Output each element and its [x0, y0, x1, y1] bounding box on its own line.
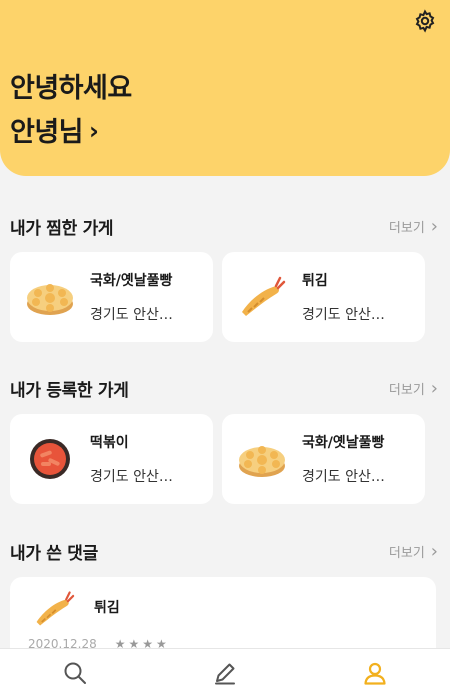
gear-icon	[415, 9, 435, 33]
settings-button[interactable]	[412, 8, 438, 34]
profile-header: 안녕하세요 안녕님 ›	[0, 0, 450, 176]
search-icon	[64, 662, 86, 684]
profile-icon	[364, 662, 386, 685]
registered-store-card[interactable]: 떡볶이 경기도 안산…	[10, 414, 213, 504]
greeting-text: 안녕하세요	[10, 73, 132, 104]
chevron-right-icon: ›	[430, 215, 438, 237]
comments-more-button[interactable]: 더보기 ›	[389, 541, 438, 562]
comment-store-name: 튀김	[94, 600, 120, 616]
chevron-right-icon: ›	[430, 377, 438, 399]
store-address: 경기도 안산…	[302, 469, 385, 485]
username-link[interactable]: 안녕님 ›	[10, 110, 99, 149]
favorites-section-header: 내가 찜한 가게 더보기 ›	[10, 214, 438, 239]
store-address: 경기도 안산…	[90, 307, 173, 323]
section-title: 내가 등록한 가게	[10, 380, 129, 401]
store-address: 경기도 안산…	[302, 307, 385, 323]
bungeoppang-icon	[22, 269, 78, 325]
bottom-nav	[0, 648, 450, 697]
store-name: 국화/옛날풀빵	[90, 273, 173, 289]
store-name: 튀김	[302, 273, 328, 289]
comments-section-header: 내가 쓴 댓글 더보기 ›	[10, 539, 438, 564]
fried-shrimp-icon	[234, 269, 290, 325]
nav-write[interactable]	[205, 653, 245, 693]
store-address: 경기도 안산…	[90, 469, 173, 485]
fried-shrimp-icon	[30, 589, 78, 629]
registered-more-button[interactable]: 더보기 ›	[389, 378, 438, 399]
chevron-right-icon: ›	[430, 540, 438, 562]
section-title: 내가 찜한 가게	[10, 218, 114, 239]
nav-search[interactable]	[55, 653, 95, 693]
chevron-right-icon: ›	[89, 116, 99, 145]
pencil-icon	[215, 663, 235, 685]
tteokbokki-icon	[22, 431, 78, 487]
favorite-store-card[interactable]: 튀김 경기도 안산…	[222, 252, 425, 342]
registered-section-header: 내가 등록한 가게 더보기 ›	[10, 376, 438, 401]
store-name: 국화/옛날풀빵	[302, 435, 385, 451]
nav-profile[interactable]	[355, 653, 395, 693]
username-text: 안녕님	[10, 117, 84, 148]
bungeoppang-icon	[234, 431, 290, 487]
store-name: 떡볶이	[90, 435, 129, 451]
favorite-store-card[interactable]: 국화/옛날풀빵 경기도 안산…	[10, 252, 213, 342]
section-title: 내가 쓴 댓글	[10, 543, 98, 564]
more-label: 더보기	[388, 545, 425, 561]
more-label: 더보기	[388, 220, 425, 236]
registered-store-card[interactable]: 국화/옛날풀빵 경기도 안산…	[222, 414, 425, 504]
favorites-more-button[interactable]: 더보기 ›	[389, 216, 438, 237]
more-label: 더보기	[388, 382, 425, 398]
